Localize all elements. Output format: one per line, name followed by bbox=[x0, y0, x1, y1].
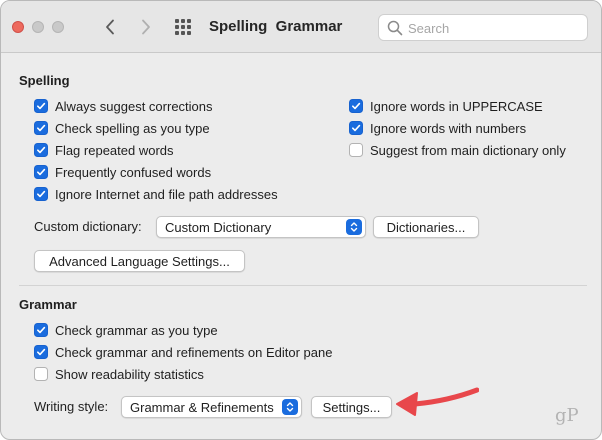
checkbox-checked[interactable] bbox=[34, 345, 48, 359]
close-window-button[interactable] bbox=[12, 21, 24, 33]
checkmark-icon bbox=[37, 146, 46, 154]
checkbox-checked[interactable] bbox=[34, 121, 48, 135]
checkmark-icon bbox=[37, 124, 46, 132]
annotation-arrow bbox=[396, 387, 479, 416]
checkbox-checked[interactable] bbox=[349, 99, 363, 113]
checkbox-label: Check grammar as you type bbox=[55, 322, 218, 338]
suggest-main-dictionary-checkbox[interactable]: Suggest from main dictionary only bbox=[349, 141, 566, 159]
search-input[interactable] bbox=[408, 18, 583, 38]
checkbox-checked[interactable] bbox=[34, 165, 48, 179]
zoom-window-button[interactable] bbox=[52, 21, 64, 33]
checkbox-checked[interactable] bbox=[34, 143, 48, 157]
check-grammar-refinements-checkbox[interactable]: Check grammar and refinements on Editor … bbox=[34, 343, 332, 361]
custom-dictionary-popup[interactable]: Custom Dictionary bbox=[156, 216, 366, 238]
grammar-heading: Grammar bbox=[19, 297, 77, 312]
spelling-heading: Spelling bbox=[19, 73, 70, 88]
forward-chevron-icon bbox=[142, 19, 150, 35]
show-readability-statistics-checkbox[interactable]: Show readability statistics bbox=[34, 365, 204, 383]
window-title: Spelling Grammar bbox=[209, 18, 343, 35]
checkmark-icon bbox=[37, 102, 46, 110]
back-chevron-icon bbox=[106, 19, 114, 35]
watermark-logo: gP bbox=[555, 405, 579, 426]
checkbox-label: Ignore Internet and file path addresses bbox=[55, 186, 278, 202]
checkbox-label: Check grammar and refinements on Editor … bbox=[55, 344, 333, 360]
custom-dictionary-label: Custom dictionary: bbox=[34, 219, 142, 234]
check-spelling-as-you-type-checkbox[interactable]: Check spelling as you type bbox=[34, 119, 210, 137]
checkbox-label: Ignore words with numbers bbox=[370, 120, 527, 136]
ignore-uppercase-checkbox[interactable]: Ignore words in UPPERCASE bbox=[349, 97, 543, 115]
frequently-confused-words-checkbox[interactable]: Frequently confused words bbox=[34, 163, 211, 181]
checkbox-label: Ignore words in UPPERCASE bbox=[370, 98, 543, 114]
ignore-words-with-numbers-checkbox[interactable]: Ignore words with numbers bbox=[349, 119, 526, 137]
checkbox-checked[interactable] bbox=[349, 121, 363, 135]
checkbox-checked[interactable] bbox=[34, 187, 48, 201]
checkmark-icon bbox=[352, 124, 361, 132]
advanced-language-settings-button[interactable]: Advanced Language Settings... bbox=[34, 250, 245, 272]
checkmark-icon bbox=[37, 168, 46, 176]
flag-repeated-words-checkbox[interactable]: Flag repeated words bbox=[34, 141, 174, 159]
checkbox-checked[interactable] bbox=[34, 323, 48, 337]
dictionaries-button[interactable]: Dictionaries... bbox=[373, 216, 479, 238]
checkbox-label: Show readability statistics bbox=[55, 366, 204, 382]
checkbox-checked[interactable] bbox=[34, 99, 48, 113]
checkmark-icon bbox=[37, 190, 46, 198]
grammar-settings-button[interactable]: Settings... bbox=[311, 396, 392, 418]
section-divider bbox=[19, 285, 587, 286]
show-all-button[interactable] bbox=[173, 17, 193, 37]
preferences-window: Spelling Grammar Spelling Always suggest… bbox=[0, 0, 602, 440]
custom-dictionary-value: Custom Dictionary bbox=[165, 219, 272, 235]
writing-style-label: Writing style: bbox=[34, 399, 109, 414]
checkmark-icon bbox=[37, 326, 46, 334]
forward-button[interactable] bbox=[135, 15, 157, 39]
popup-stepper-icon bbox=[346, 219, 362, 235]
back-button[interactable] bbox=[99, 15, 121, 39]
ignore-internet-addresses-checkbox[interactable]: Ignore Internet and file path addresses bbox=[34, 185, 278, 203]
check-grammar-as-you-type-checkbox[interactable]: Check grammar as you type bbox=[34, 321, 218, 339]
checkbox-label: Frequently confused words bbox=[55, 164, 212, 180]
popup-stepper-icon bbox=[282, 399, 298, 415]
checkbox-label: Always suggest corrections bbox=[55, 98, 213, 114]
checkmark-icon bbox=[37, 348, 46, 356]
title-bar: Spelling Grammar bbox=[1, 1, 601, 53]
checkbox-unchecked[interactable] bbox=[349, 143, 363, 157]
writing-style-value: Grammar & Refinements bbox=[130, 399, 274, 415]
writing-style-popup[interactable]: Grammar & Refinements bbox=[121, 396, 302, 418]
checkbox-label: Check spelling as you type bbox=[55, 120, 210, 136]
checkbox-unchecked[interactable] bbox=[34, 367, 48, 381]
minimize-window-button[interactable] bbox=[32, 21, 44, 33]
checkmark-icon bbox=[352, 102, 361, 110]
search-icon bbox=[387, 20, 403, 36]
always-suggest-corrections-checkbox[interactable]: Always suggest corrections bbox=[34, 97, 213, 115]
search-field[interactable] bbox=[378, 14, 588, 41]
checkbox-label: Suggest from main dictionary only bbox=[370, 142, 566, 158]
checkbox-label: Flag repeated words bbox=[55, 142, 174, 158]
